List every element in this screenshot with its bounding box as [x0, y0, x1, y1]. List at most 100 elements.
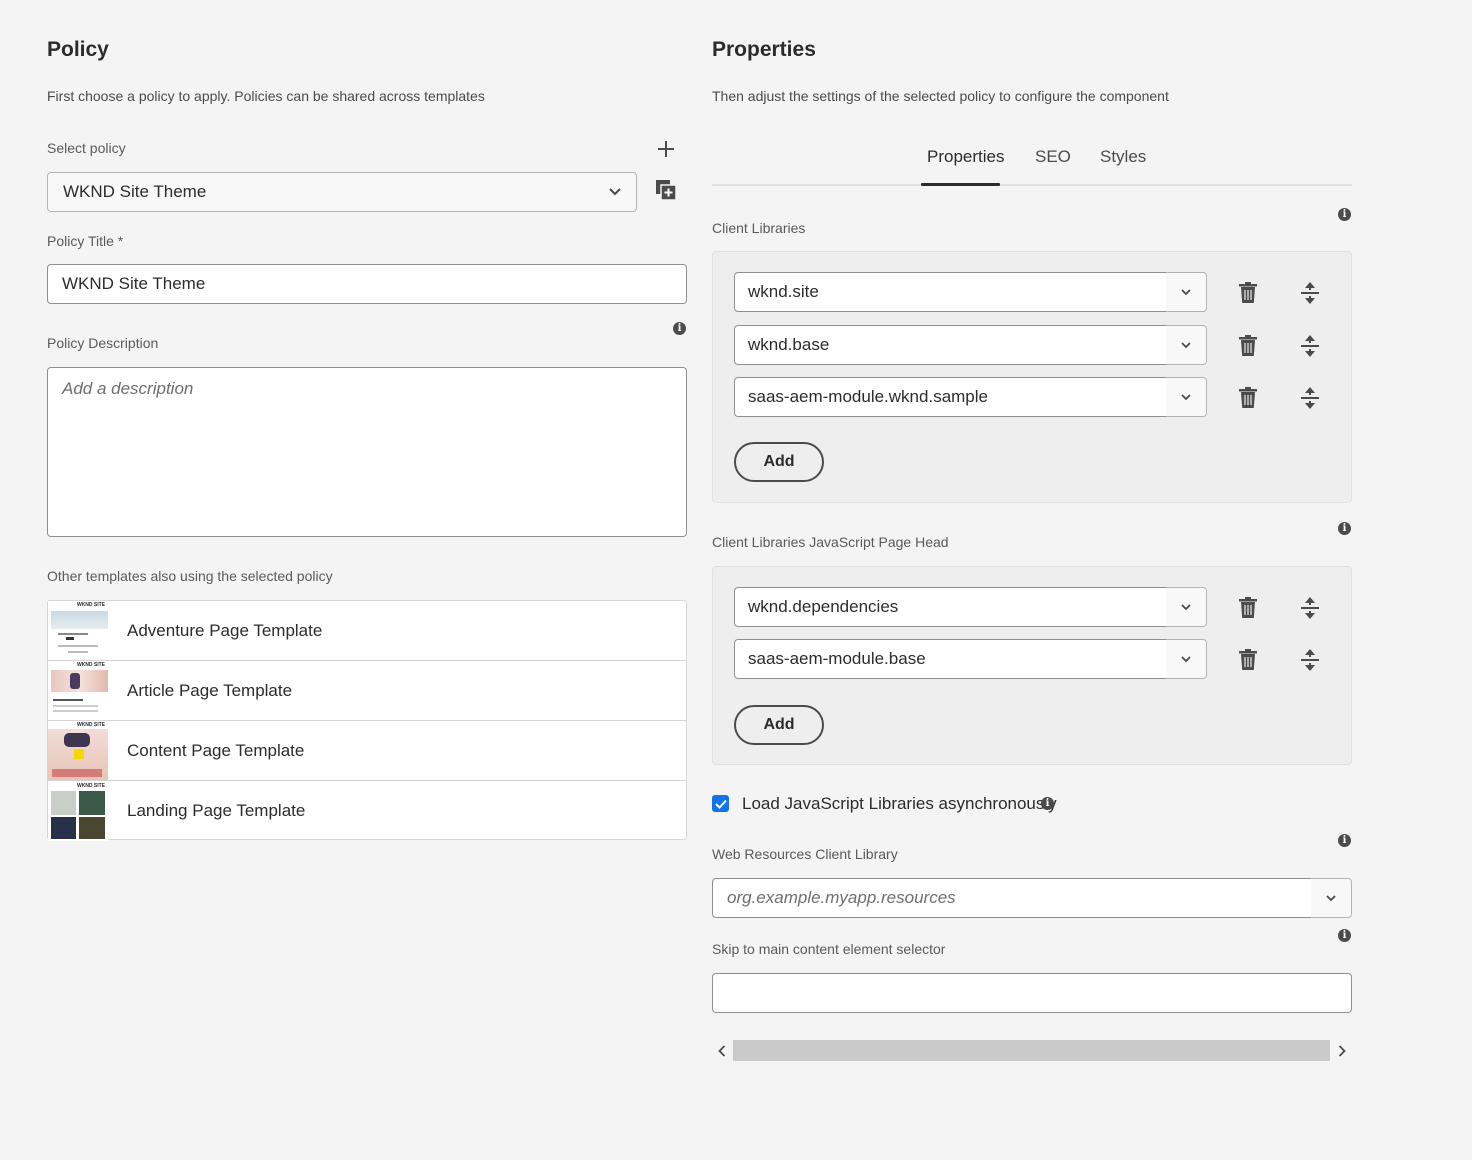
- delete-button[interactable]: [1237, 596, 1259, 620]
- trash-icon: [1239, 335, 1257, 356]
- client-library-dropdown[interactable]: [1166, 587, 1207, 627]
- template-name: Adventure Page Template: [127, 620, 323, 640]
- chevron-right-icon: [1338, 1044, 1346, 1057]
- policy-description-label: Policy Description: [47, 335, 159, 351]
- template-row-article[interactable]: WKND SITE Article Page Template: [48, 661, 686, 721]
- policy-title-label: Policy Title *: [47, 233, 124, 249]
- add-js-head-library-button[interactable]: Add: [734, 705, 824, 745]
- client-library-input[interactable]: saas-aem-module.base: [734, 639, 1167, 679]
- info-icon: i: [1041, 797, 1054, 810]
- properties-heading: Properties: [712, 38, 816, 61]
- policy-description-placeholder: Add a description: [62, 379, 194, 398]
- client-library-input[interactable]: wknd.base: [734, 325, 1167, 365]
- template-name: Landing Page Template: [127, 801, 306, 820]
- skip-to-main-info[interactable]: i: [1338, 929, 1351, 942]
- client-library-input[interactable]: wknd.site: [734, 272, 1167, 312]
- client-library-input[interactable]: wknd.dependencies: [734, 587, 1167, 627]
- move-vertical-icon: [1301, 335, 1319, 357]
- client-library-dropdown[interactable]: [1166, 377, 1207, 417]
- trash-icon: [1239, 597, 1257, 618]
- client-libraries-js-head-label: Client Libraries JavaScript Page Head: [712, 534, 949, 550]
- web-resources-label: Web Resources Client Library: [712, 846, 898, 862]
- chevron-down-icon: [1181, 603, 1191, 610]
- client-library-value: wknd.site: [748, 282, 819, 301]
- client-libraries-info[interactable]: i: [1338, 208, 1351, 221]
- delete-button[interactable]: [1237, 334, 1259, 358]
- template-name: Content Page Template: [127, 740, 305, 760]
- tab-seo[interactable]: SEO: [1035, 147, 1071, 167]
- client-libraries-js-head-info[interactable]: i: [1338, 522, 1351, 535]
- policy-select[interactable]: WKND Site Theme: [47, 172, 637, 212]
- client-libraries-js-head-multifield: wknd.dependencies saas-aem-module.base A…: [712, 566, 1352, 765]
- add-policy-button[interactable]: [655, 138, 677, 160]
- add-client-library-button[interactable]: Add: [734, 442, 824, 482]
- delete-button[interactable]: [1237, 648, 1259, 672]
- policy-description-textarea[interactable]: Add a description: [47, 367, 687, 537]
- client-library-value: saas-aem-module.base: [748, 649, 926, 668]
- reorder-handle[interactable]: [1298, 333, 1322, 359]
- info-icon: i: [1338, 929, 1351, 942]
- active-tab-indicator: [921, 183, 1000, 186]
- policy-title-input[interactable]: WKND Site Theme: [47, 264, 687, 304]
- web-resources-input[interactable]: org.example.myapp.resources: [712, 878, 1312, 918]
- scroll-left-button[interactable]: [712, 1040, 732, 1061]
- horizontal-scrollbar[interactable]: [712, 1040, 1352, 1061]
- scrollbar-thumb[interactable]: [733, 1040, 1330, 1061]
- client-library-dropdown[interactable]: [1166, 639, 1207, 679]
- reorder-handle[interactable]: [1298, 280, 1322, 306]
- policy-title-value: WKND Site Theme: [62, 274, 206, 293]
- trash-icon: [1239, 282, 1257, 303]
- web-resources-dropdown[interactable]: [1311, 878, 1352, 918]
- duplicate-icon: [656, 180, 677, 201]
- client-library-input[interactable]: saas-aem-module.wknd.sample: [734, 377, 1167, 417]
- client-library-value: wknd.dependencies: [748, 597, 899, 616]
- web-resources-info[interactable]: i: [1338, 834, 1351, 847]
- move-vertical-icon: [1301, 282, 1319, 304]
- template-thumbnail: WKND SITE: [48, 781, 108, 841]
- client-library-dropdown[interactable]: [1166, 325, 1207, 365]
- move-vertical-icon: [1301, 597, 1319, 619]
- delete-button[interactable]: [1237, 386, 1259, 410]
- move-vertical-icon: [1301, 387, 1319, 409]
- info-icon: i: [1338, 208, 1351, 221]
- template-row-landing[interactable]: WKND SITE Landing Page Template: [48, 781, 686, 841]
- policy-description-text: First choose a policy to apply. Policies…: [47, 88, 485, 104]
- tab-properties[interactable]: Properties: [927, 147, 1004, 167]
- chevron-down-icon: [1181, 288, 1191, 295]
- template-row-adventure[interactable]: WKND SITE Adventure Page Template: [48, 601, 686, 661]
- info-icon: i: [1338, 522, 1351, 535]
- templates-list: WKND SITE Adventure Page Template WKND S…: [47, 600, 687, 841]
- load-async-info[interactable]: i: [1041, 797, 1054, 810]
- client-libraries-label: Client Libraries: [712, 220, 806, 236]
- load-async-label[interactable]: Load JavaScript Libraries asynchronously: [742, 794, 1057, 814]
- skip-to-main-input[interactable]: [712, 973, 1352, 1013]
- duplicate-policy-button[interactable]: [655, 179, 677, 201]
- chevron-down-icon: [1181, 393, 1191, 400]
- scroll-right-button[interactable]: [1332, 1040, 1352, 1061]
- reorder-handle[interactable]: [1298, 595, 1322, 621]
- policy-description-info[interactable]: i: [673, 322, 686, 335]
- move-vertical-icon: [1301, 649, 1319, 671]
- reorder-handle[interactable]: [1298, 385, 1322, 411]
- client-library-value: wknd.base: [748, 335, 830, 354]
- delete-button[interactable]: [1237, 281, 1259, 305]
- skip-to-main-label: Skip to main content element selector: [712, 941, 946, 957]
- policy-select-value: WKND Site Theme: [63, 182, 207, 201]
- info-icon: i: [1338, 834, 1351, 847]
- policy-heading: Policy: [47, 38, 109, 61]
- chevron-down-icon: [1181, 655, 1191, 662]
- template-thumbnail: WKND SITE: [48, 661, 108, 720]
- client-libraries-multifield: wknd.site wknd.base saas-aem-module.wknd…: [712, 251, 1352, 503]
- trash-icon: [1239, 649, 1257, 670]
- load-async-checkbox[interactable]: [712, 795, 729, 812]
- client-library-dropdown[interactable]: [1166, 272, 1207, 312]
- web-resources-placeholder: org.example.myapp.resources: [727, 888, 956, 907]
- tab-styles[interactable]: Styles: [1100, 147, 1146, 167]
- reorder-handle[interactable]: [1298, 647, 1322, 673]
- chevron-down-icon: [1326, 894, 1336, 901]
- properties-description-text: Then adjust the settings of the selected…: [712, 88, 1169, 104]
- template-row-content[interactable]: WKND SITE Content Page Template: [48, 721, 686, 781]
- chevron-down-icon: [1181, 341, 1191, 348]
- plus-icon: [658, 141, 674, 157]
- info-icon: i: [673, 322, 686, 335]
